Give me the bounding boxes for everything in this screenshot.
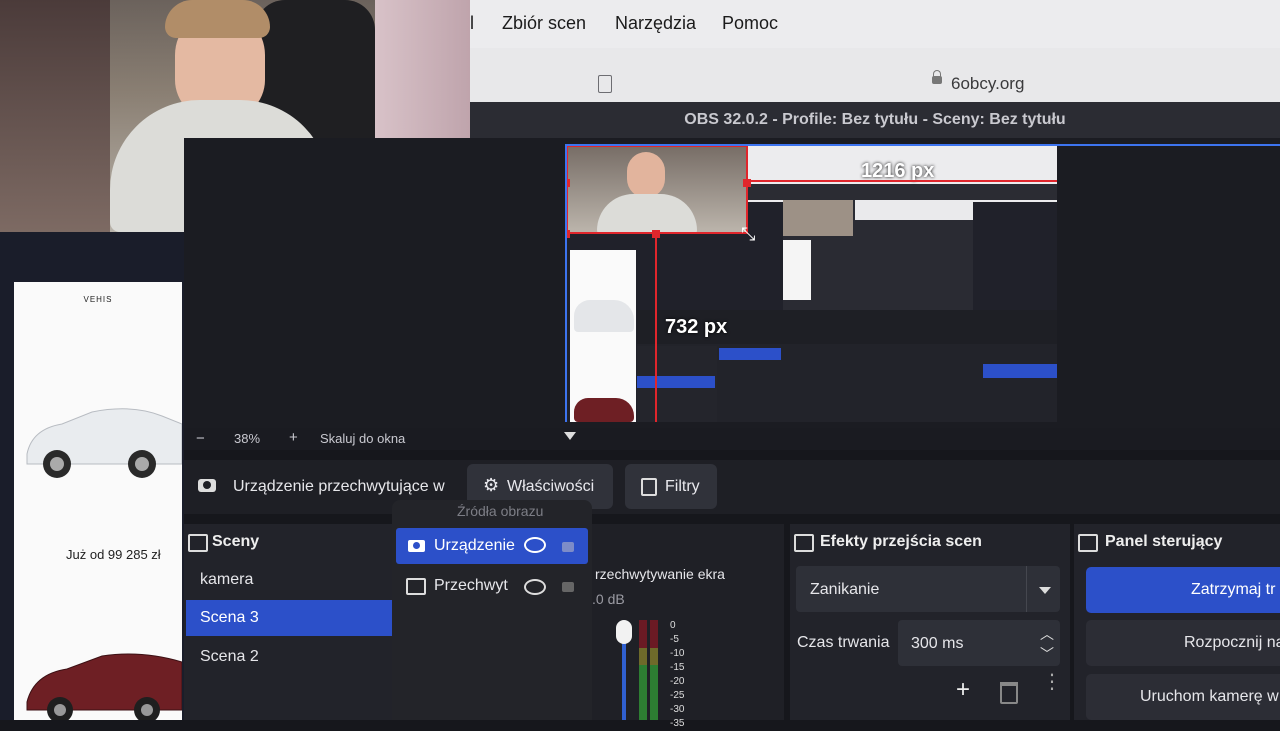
brand-logo: VEHIS: [83, 295, 113, 304]
lock-icon: [932, 70, 942, 84]
scene-item[interactable]: kamera: [186, 562, 392, 598]
dock-icon: [1078, 534, 1098, 552]
duration-value: 300 ms: [911, 635, 964, 652]
source-item-selected[interactable]: Urządzenie: [396, 528, 588, 564]
resize-cursor-icon: ⤡: [741, 224, 756, 244]
duration-label: Czas trwania: [797, 634, 890, 651]
promo-panel: VEHIS Już od 99 285 zł: [14, 282, 183, 723]
transitions-header: Efekty przejścia scen: [820, 533, 982, 550]
source-item[interactable]: Przechwyt: [396, 568, 588, 604]
virtual-camera-button[interactable]: Uruchom kamerę w: [1086, 674, 1280, 720]
level-meter-left: [639, 620, 647, 720]
volume-slider-handle[interactable]: [616, 620, 632, 644]
mixer-level: .0 dB: [592, 591, 625, 607]
mixer-channel-name: rzechwytywanie ekra: [595, 566, 725, 582]
canvas-blue-outline: [565, 144, 1280, 146]
meter-scale: 0 -5 -10 -15 -20 -25 -30 -35: [670, 620, 685, 729]
menu-item-tools[interactable]: Narzędzia: [615, 13, 696, 34]
controls-dock: Panel sterujący Zatrzymaj tr Rozpocznij …: [1074, 524, 1280, 720]
canvas-height-label: 732 px: [665, 316, 728, 338]
scene-item[interactable]: Scena 2: [186, 639, 392, 675]
zoom-level: 38%: [234, 431, 261, 446]
canvas-nested-promo: [570, 250, 636, 422]
car-image-white: [22, 394, 183, 484]
audio-mixer-dock: rzechwytywanie ekra .0 dB 0 -5 -10 -15 -…: [592, 524, 784, 729]
scenes-header: Sceny: [212, 533, 260, 550]
gear-icon: ⚙: [483, 475, 500, 495]
zoom-in-button[interactable]: +: [289, 429, 298, 446]
preview-statusbar: − 38% + Skaluj do okna: [184, 428, 1280, 450]
filters-label: Filtry: [665, 478, 700, 495]
obs-window-title: OBS 32.0.2 - Profile: Bez tytułu - Sceny…: [470, 102, 1280, 138]
menu-item-scene-collection[interactable]: Zbiór scen: [502, 13, 586, 34]
selection-guide-vertical: [655, 234, 657, 422]
lock-icon[interactable]: [562, 582, 574, 592]
handle-right-mid[interactable]: [743, 179, 751, 187]
car-image-red: [22, 644, 183, 723]
add-transition-button[interactable]: +: [956, 676, 970, 704]
sources-dock: Źródła obrazu Urządzenie Przechwyt: [392, 500, 592, 720]
visibility-eye-icon[interactable]: [524, 579, 546, 595]
transitions-dock: Efekty przejścia scen Zanikanie Czas trw…: [790, 524, 1070, 720]
start-recording-button[interactable]: Rozpocznij na: [1086, 620, 1280, 666]
monitor-icon: [406, 578, 426, 595]
active-source-name: Urządzenie przechwytujące w: [233, 478, 445, 495]
stop-stream-button[interactable]: Zatrzymaj tr: [1086, 567, 1280, 613]
chevron-up-icon[interactable]: ︿: [1040, 624, 1054, 644]
preview-canvas[interactable]: 1216 px 732 px ⤡: [565, 144, 1057, 422]
lock-icon[interactable]: [562, 542, 574, 552]
source-toolbar: Urządzenie przechwytujące w ⚙ Właściwośc…: [184, 460, 1280, 514]
canvas-nested-title: [747, 184, 1057, 200]
dock-icon: [188, 534, 208, 552]
menu-item-partial[interactable]: l: [470, 13, 474, 34]
dropdown-divider: [1026, 566, 1027, 612]
reader-icon[interactable]: [598, 75, 612, 93]
properties-label: Właściwości: [507, 478, 595, 495]
camera-icon: [198, 479, 216, 492]
url-text[interactable]: 6obcy.org: [951, 74, 1024, 94]
camera-icon: [408, 540, 425, 552]
level-meter-right: [650, 620, 658, 720]
zoom-out-button[interactable]: −: [196, 430, 205, 447]
menu-item-help[interactable]: Pomoc: [722, 13, 778, 34]
duration-spinbox[interactable]: 300 ms ︿ ﹀: [898, 620, 1060, 666]
canvas-nested-obs: [783, 200, 973, 310]
trash-icon[interactable]: [1000, 682, 1018, 704]
chevron-down-icon[interactable]: ﹀: [1040, 644, 1054, 664]
controls-header: Panel sterujący: [1105, 533, 1223, 550]
selection-box[interactable]: [566, 145, 748, 234]
chevron-down-icon: [1039, 587, 1051, 594]
dock-icon: [794, 534, 814, 552]
filter-icon: [641, 478, 657, 496]
more-options-icon[interactable]: ⋮: [1042, 672, 1062, 692]
sources-header: Źródła obrazu: [457, 503, 544, 519]
scene-item-selected[interactable]: Scena 3: [186, 600, 392, 636]
visibility-eye-icon[interactable]: [524, 537, 546, 553]
selection-guide-horizontal: [748, 180, 1057, 182]
app-menubar: l Zbiór scen Narzędzia Pomoc: [470, 0, 1280, 48]
handle-bottom-mid[interactable]: [652, 230, 660, 238]
filters-button[interactable]: Filtry: [625, 464, 717, 509]
canvas-blue-left: [565, 144, 567, 422]
scenes-dock: Sceny kamera Scena 3 Scena 2: [184, 524, 394, 720]
transition-type-select[interactable]: Zanikanie: [796, 566, 1060, 612]
transition-type-value: Zanikanie: [810, 581, 880, 598]
browser-urlbar: 6obcy.org: [470, 48, 1280, 103]
scale-mode-label[interactable]: Skaluj do okna: [320, 431, 405, 446]
scale-dropdown-icon[interactable]: [564, 432, 576, 440]
promo-text: Już od 99 285 zł: [66, 547, 161, 562]
